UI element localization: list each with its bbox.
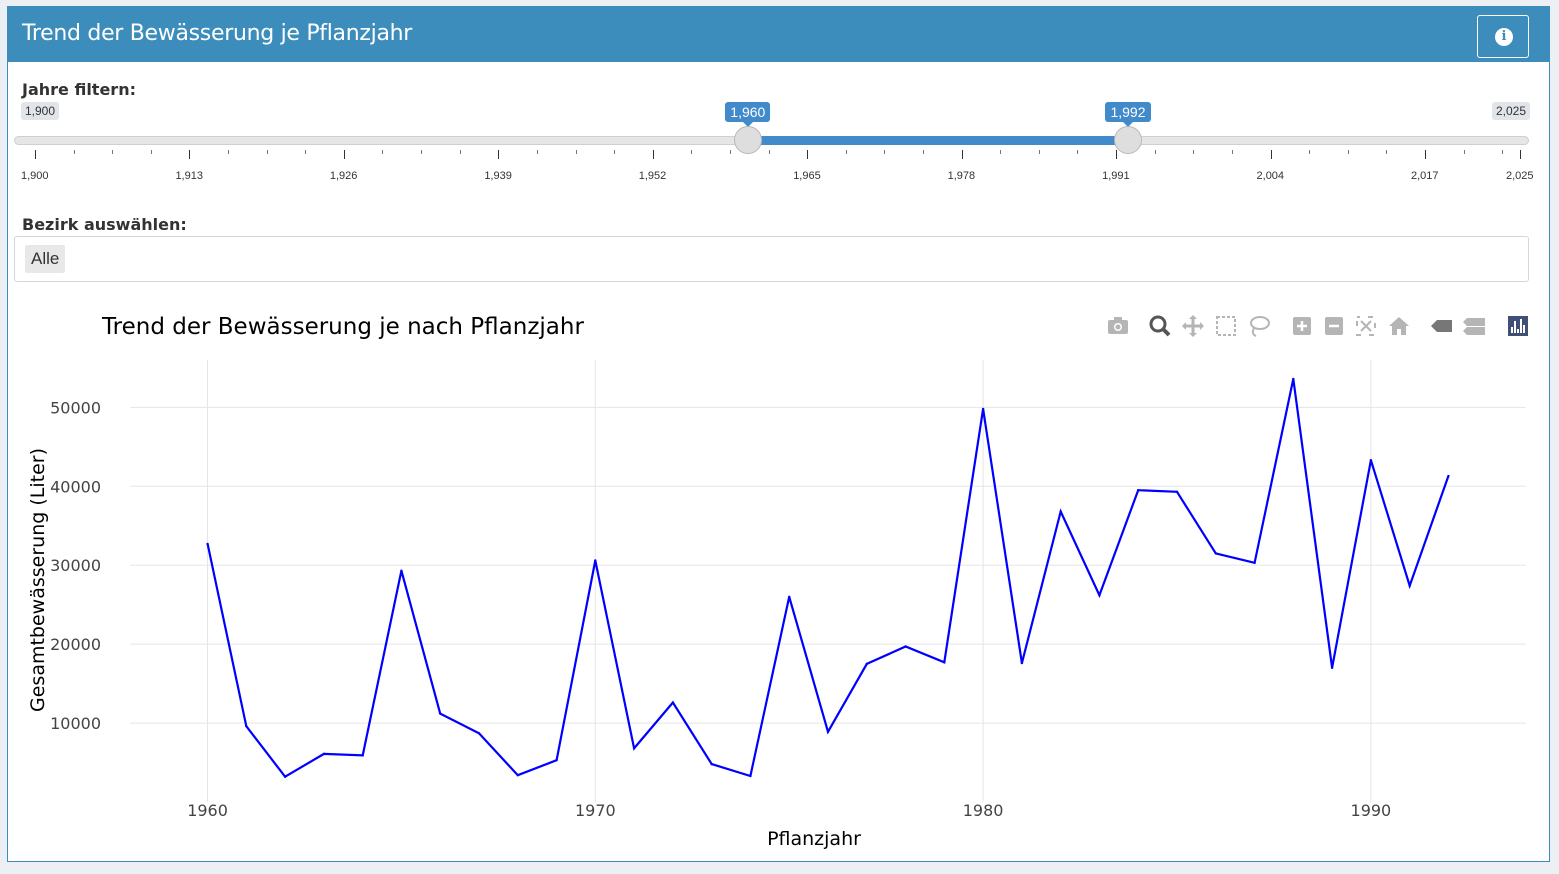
slider-minor-tick: [1309, 150, 1311, 154]
slider-minor-tick: [112, 150, 114, 154]
slider-minor-tick: [768, 150, 770, 154]
slider-minor-tick: [1154, 150, 1156, 154]
slider-minor-tick: [459, 150, 461, 154]
slider-minor-tick: [691, 150, 693, 154]
slider-tick-label: 1,991: [1102, 170, 1130, 182]
panel-title: Trend der Bewässerung je Pflanzjahr: [22, 21, 413, 46]
slider-minor-tick: [150, 150, 152, 154]
slider-minor-tick: [1193, 150, 1195, 154]
district-select-label: Bezirk auswählen:: [22, 215, 187, 234]
plotly-logo-icon[interactable]: [1508, 316, 1528, 336]
slider-minor-tick: [228, 150, 230, 154]
slider-major-tick: [1116, 150, 1118, 159]
slider-tick-label: 1,900: [21, 170, 49, 182]
slider-major-tick: [189, 150, 191, 159]
slider-major-tick: [498, 150, 500, 159]
slider-minor-tick: [382, 150, 384, 154]
slider-minor-tick: [884, 150, 886, 154]
slider-minor-tick: [266, 150, 268, 154]
slider-minor-tick: [845, 150, 847, 154]
slider-to-handle[interactable]: [1113, 126, 1142, 154]
info-circle-icon: i: [1495, 28, 1513, 46]
slider-minor-tick: [575, 150, 577, 154]
slider-selected-range: [747, 136, 1128, 145]
info-button[interactable]: i: [1477, 15, 1529, 58]
slider-tick-label: 2,017: [1410, 170, 1439, 182]
slider-minor-tick: [729, 150, 731, 154]
slider-major-tick: [1270, 150, 1272, 159]
slider-major-tick: [1520, 150, 1521, 159]
slider-max-label: 2,025: [1491, 102, 1530, 120]
slider-major-tick: [1424, 150, 1426, 159]
slider-minor-tick: [1000, 150, 1002, 154]
slider-minor-tick: [536, 150, 538, 154]
slider-from-value: 1,960: [725, 102, 771, 127]
slider-minor-tick: [421, 150, 423, 154]
slider-minor-tick: [73, 150, 75, 154]
slider-major-tick: [343, 150, 345, 159]
slider-minor-tick: [1231, 150, 1233, 154]
panel-header: Trend der Bewässerung je Pflanzjahr i: [8, 7, 1549, 62]
district-selected-chip[interactable]: Alle: [25, 245, 66, 273]
slider-major-tick: [807, 150, 809, 159]
slider-tick-label: 1,952: [638, 170, 667, 182]
slider-tick-label: 1,978: [947, 170, 976, 182]
slider-minor-tick: [1077, 150, 1079, 154]
slider-from-handle[interactable]: [733, 126, 762, 154]
slider-minor-tick: [1347, 150, 1349, 154]
slider-major-tick: [35, 150, 36, 159]
slider-minor-tick: [1386, 150, 1388, 154]
slider-minor-tick: [614, 150, 616, 154]
slider-tick-label: 1,926: [329, 170, 358, 182]
slider-to-value: 1,992: [1105, 102, 1151, 127]
year-range-slider[interactable]: 1,900 2,025 1,960 1,992 1,900 1,913 1,926 1…: [14, 100, 1534, 190]
slider-minor-tick: [1463, 150, 1465, 154]
slider-min-label: 1,900: [21, 102, 60, 120]
slider-minor-tick: [1502, 150, 1504, 154]
zoom-out-icon[interactable]: [1325, 317, 1343, 335]
zoom-in-icon[interactable]: [1293, 317, 1311, 335]
slider-minor-tick: [923, 150, 925, 154]
year-filter-label: Jahre filtern:: [22, 80, 136, 99]
slider-tick-label: 1,913: [175, 170, 203, 182]
slider-major-tick: [652, 150, 654, 159]
slider-tick-label: 2,025: [1506, 170, 1534, 182]
district-select[interactable]: Alle: [14, 236, 1529, 282]
slider-tick-label: 1,965: [793, 170, 821, 182]
slider-tick-label: 2,004: [1256, 170, 1285, 182]
slider-major-tick: [961, 150, 963, 159]
slider-tick-label: 1,939: [484, 170, 512, 182]
slider-minor-tick: [305, 150, 307, 154]
slider-minor-tick: [1038, 150, 1040, 154]
